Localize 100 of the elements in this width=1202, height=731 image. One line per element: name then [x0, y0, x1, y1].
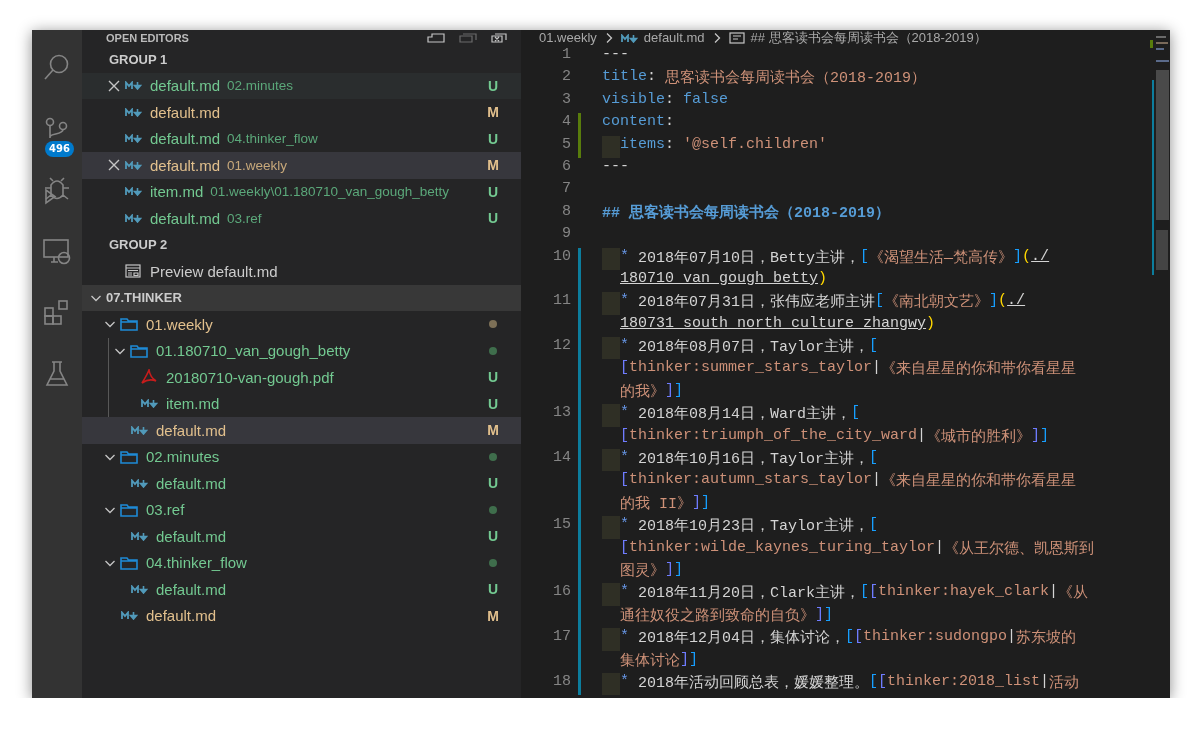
- line-number: 17: [552, 628, 571, 648]
- git-status: U: [486, 130, 500, 147]
- open-editor-item[interactable]: Preview default.md: [82, 258, 521, 285]
- git-status: M: [486, 157, 500, 174]
- folder-item[interactable]: 01.weekly: [82, 311, 521, 338]
- open-editor-item[interactable]: default.md M: [82, 99, 521, 126]
- file-item[interactable]: default.md U: [82, 470, 521, 497]
- code-line: items: '@self.children': [602, 135, 828, 158]
- git-status: M: [486, 607, 500, 624]
- git-status: U: [486, 77, 500, 94]
- folder-item[interactable]: 02.minutes: [82, 443, 521, 470]
- line-number: 15: [552, 516, 571, 536]
- open-editor-item[interactable]: default.md 01.weekly M: [82, 152, 521, 179]
- line-number: 3: [561, 90, 571, 110]
- line-number: 7: [561, 180, 571, 200]
- folder-item[interactable]: 01.180710_van_gough_betty: [82, 337, 521, 364]
- symbol-icon: [728, 32, 745, 44]
- folder-icon: [120, 317, 138, 332]
- git-status: U: [486, 475, 500, 492]
- line-number: 5: [561, 135, 571, 155]
- open-editor-item[interactable]: default.md 04.thinker_flow U: [82, 125, 521, 152]
- line-number: 14: [552, 449, 571, 469]
- open-editor-item[interactable]: default.md 03.ref U: [82, 205, 521, 232]
- code-line: visible: false: [602, 90, 729, 110]
- code-line: title: 思客读书会每周读书会（2018-2019）: [602, 68, 927, 90]
- git-status: M: [486, 422, 500, 439]
- line-number: 8: [561, 202, 571, 222]
- line-number: 1: [561, 46, 571, 65]
- code-line: * 2018年08月14日，Ward主讲，[ [thinker:triumph_of_the_city_ward|《城市的胜利》]]: [602, 404, 1050, 450]
- preview-icon: [125, 264, 141, 279]
- code-line: * 2018年10月16日，Taylor主讲，[ [thinker:autumn_stars_taylor|《来自星星的你和带你看星星 的我 II》]]: [602, 449, 1077, 517]
- close-icon[interactable]: [108, 159, 120, 172]
- code-line: * 2018年11月20日，Clark主讲，[[thinker:hayek_clark|《从 通往奴役之路到致命的自负》]]: [602, 583, 1089, 629]
- code-line: * 2018年活动回顾总表，媛媛整理。[[thinker:2018_list|活动: [602, 672, 1080, 696]
- markdown-icon: [130, 531, 148, 541]
- code-line: * 2018年07月31日，张伟应老师主讲[《南北朝文艺》](./ 180731_south_north_culture_zhangwy): [602, 292, 1026, 338]
- markdown-icon: [124, 81, 142, 91]
- file-item[interactable]: item.md U: [82, 390, 521, 417]
- file-item[interactable]: 20180710-van-gough.pdf U: [82, 364, 521, 391]
- line-number: 9: [561, 225, 571, 245]
- git-status: U: [486, 183, 500, 200]
- file-item[interactable]: default.md M: [82, 602, 521, 629]
- markdown-icon: [120, 611, 138, 621]
- windows-icon[interactable]: [427, 33, 445, 43]
- open-editor-item[interactable]: item.md 01.weekly\01.180710_van_gough_betty U: [82, 178, 521, 205]
- close-all-icon[interactable]: [491, 33, 507, 43]
- file-item[interactable]: default.md U: [82, 523, 521, 550]
- group-title: GROUP 2: [108, 236, 169, 255]
- code-line: * 2018年10月23日，Taylor主讲，[ [thinker:wilde_kaynes_turing_taylor|《从王尔德、凯恩斯到 图灵》]]: [602, 516, 1095, 584]
- explorer-header[interactable]: 07.THINKER: [82, 284, 521, 311]
- code-line: ---: [602, 157, 629, 177]
- markdown-icon: [140, 399, 158, 409]
- code-line: ---: [602, 46, 629, 65]
- monitor-icon[interactable]: [42, 236, 72, 267]
- line-number: 13: [552, 404, 571, 424]
- markdown-icon: [124, 107, 142, 117]
- markdown-icon: [124, 187, 142, 197]
- code-line: * 2018年12月04日，集体讨论，[[thinker:sudongpo|苏东坡的 集体讨论]]: [602, 628, 1077, 673]
- open-editor-item[interactable]: default.md 02.minutes U: [82, 72, 521, 99]
- line-number: 16: [552, 583, 571, 603]
- markdown-icon: [130, 478, 148, 488]
- code-line: * 2018年08月07日，Taylor主讲，[ [thinker:summer_stars_taylor|《来自星星的你和带你看星星 的我》]]: [602, 337, 1077, 405]
- git-status: U: [486, 528, 500, 545]
- git-status: U: [486, 210, 500, 227]
- pdf-icon: [141, 369, 157, 386]
- line-number: 12: [552, 337, 571, 357]
- code-line: * 2018年07月10日，Betty主讲，[《渴望生活—梵高传》](./ 180710_van_gough_betty): [602, 247, 1050, 293]
- breadcrumb-item[interactable]: default.md: [643, 31, 705, 45]
- file-item[interactable]: default.md U: [82, 576, 521, 603]
- git-status: U: [486, 369, 500, 386]
- line-number: 4: [561, 113, 571, 133]
- group-title: GROUP 1: [108, 50, 169, 69]
- bug-icon[interactable]: [42, 174, 72, 205]
- breadcrumb-item[interactable]: 01.weekly: [539, 31, 597, 45]
- markdown-icon: [124, 160, 142, 170]
- section-title[interactable]: OPEN EDITORS: [106, 32, 189, 44]
- folder-icon: [120, 502, 138, 517]
- markdown-icon: [130, 584, 148, 594]
- git-status: U: [486, 581, 500, 598]
- notification-count: 496: [45, 140, 74, 157]
- folder-item[interactable]: 04.thinker_flow: [82, 549, 521, 576]
- breadcrumb-item[interactable]: ## 思客读书会每周读书会（2018-2019）: [750, 31, 987, 45]
- git-status: M: [486, 104, 500, 121]
- folder-icon: [120, 555, 138, 570]
- code-line: content:: [602, 113, 675, 133]
- folder-icon: [120, 449, 138, 464]
- line-number: 18: [552, 672, 571, 692]
- markdown-icon: [124, 213, 142, 223]
- folder-item[interactable]: 03.ref: [82, 496, 521, 523]
- markdown-icon: [124, 134, 142, 144]
- code-line: ## 思客读书会每周读书会（2018-2019）: [602, 203, 891, 224]
- markdown-icon: [620, 33, 638, 43]
- git-status: U: [486, 395, 500, 412]
- close-icon[interactable]: [108, 79, 120, 92]
- line-number: 10: [552, 247, 571, 267]
- markdown-icon: [130, 425, 148, 435]
- folder-icon: [130, 343, 148, 358]
- line-number: 6: [561, 157, 571, 177]
- file-item[interactable]: default.md M: [82, 417, 521, 444]
- line-number: 11: [552, 292, 571, 312]
